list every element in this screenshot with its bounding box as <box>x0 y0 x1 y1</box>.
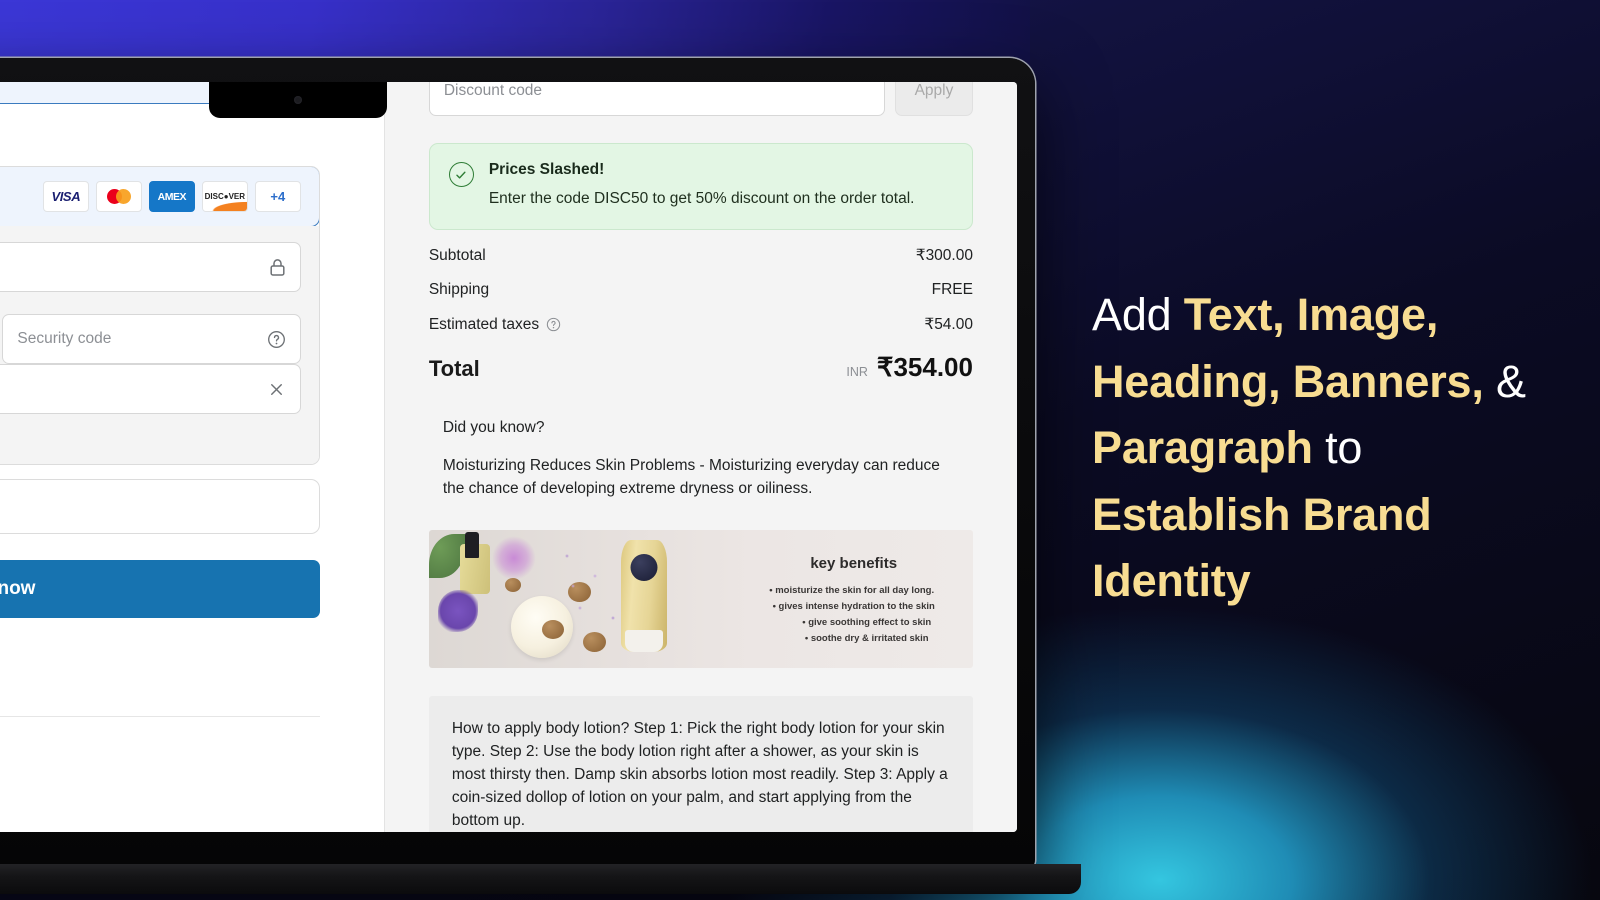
summary-label: Shipping <box>428 281 490 299</box>
card-expiry-cvc-row: M / YY) Security code <box>0 303 301 364</box>
payment-method-credit-card[interactable]: VISA AMEX DISC●VER +4 <box>0 167 319 227</box>
amex-icon: AMEX <box>148 181 195 212</box>
summary-value: ₹54.00 <box>924 316 973 334</box>
summary-label: Estimated taxes <box>428 315 540 333</box>
total-currency: INR <box>846 365 868 380</box>
security-code-placeholder: Security code <box>17 330 112 347</box>
summary-value: ₹300.00 <box>915 247 973 265</box>
key-benefit-item: gives intense hydration to the skin <box>773 601 935 612</box>
laptop-mockup: are and encrypted. VISA AMEX DISC●VER <box>0 58 1081 894</box>
discover-icon: DISC●VER <box>201 181 248 212</box>
summary-lines: Subtotal ₹300.00 Shipping FREE Estimated… <box>429 246 973 334</box>
footer-link[interactable]: nternational <box>0 741 320 757</box>
summary-line-shipping: Shipping FREE <box>429 281 973 299</box>
left-column-divider <box>0 716 320 717</box>
headline-accent-text: Establish Brand Identity <box>1092 488 1432 607</box>
visa-icon: VISA <box>42 181 89 212</box>
question-circle-icon[interactable] <box>267 330 286 349</box>
headline-plain-text: & <box>1483 355 1526 407</box>
laptop-base <box>0 864 1081 894</box>
info-circle-icon[interactable] <box>546 317 561 332</box>
card-security-code-input[interactable]: Security code <box>2 314 301 364</box>
summary-value: FREE <box>931 281 973 299</box>
discount-code-row: Discount code Apply <box>428 82 973 116</box>
check-circle-icon <box>448 162 474 187</box>
dropper-bottle-decoration <box>460 532 491 595</box>
total-label: Total <box>428 356 480 382</box>
headline-plain-text: to <box>1312 422 1363 474</box>
summary-line-estimated-taxes: Estimated taxes ₹54.00 <box>429 315 973 334</box>
summary-total-row: Total INR ₹354.00 <box>429 352 973 383</box>
checkout-order-summary: Discount code Apply Prices Slashed! Ente… <box>383 82 1017 832</box>
secure-note: are and encrypted. <box>0 126 320 144</box>
card-form: M / YY) Security code <box>0 226 319 464</box>
headline-accent-text: Paragraph <box>1092 422 1313 474</box>
lotion-tube-decoration <box>621 540 668 653</box>
allium-flower-decoration <box>491 536 536 581</box>
key-benefit-item: soothe dry & irritated skin <box>805 633 929 644</box>
violet-flower-decoration <box>438 590 479 633</box>
apply-discount-button[interactable]: Apply <box>894 82 973 116</box>
more-card-brands-badge[interactable]: +4 <box>254 181 301 212</box>
laptop-camera-notch <box>208 82 387 118</box>
pay-now-button[interactable]: Pay now <box>0 560 320 618</box>
summary-line-subtotal: Subtotal ₹300.00 <box>429 246 973 265</box>
did-you-know-title: Did you know? <box>442 419 545 437</box>
checkout-page: are and encrypted. VISA AMEX DISC●VER <box>0 82 1017 832</box>
key-benefits-title: key benefits <box>810 554 898 572</box>
checkout-left-column: are and encrypted. VISA AMEX DISC●VER <box>0 82 384 832</box>
mastercard-icon <box>95 181 142 212</box>
key-benefit-item: moisturize the skin for all day long. <box>769 585 934 596</box>
card-brand-list: VISA AMEX DISC●VER +4 <box>42 181 301 212</box>
banner-benefits-list: key benefits moisturize the skin for all… <box>744 530 973 668</box>
did-you-know-block: Did you know? Moisturizing Reduces Skin … <box>429 419 973 500</box>
total-amount: ₹354.00 <box>876 352 973 383</box>
promo-banner: Prices Slashed! Enter the code DISC50 to… <box>428 143 973 231</box>
shea-nut-decoration <box>504 578 521 593</box>
headline-plain-text: Add <box>1092 289 1184 340</box>
key-benefit-item: give soothing effect to skin <box>802 617 931 628</box>
lock-icon <box>269 258 286 277</box>
card-number-input[interactable] <box>0 242 301 292</box>
summary-label: Subtotal <box>428 246 486 264</box>
discount-code-placeholder: Discount code <box>443 82 543 99</box>
payment-method-cod[interactable]: (COD) <box>0 479 320 534</box>
name-on-card-input[interactable] <box>0 364 301 414</box>
payment-methods-card: VISA AMEX DISC●VER +4 Security code <box>0 166 320 465</box>
billing-address-checkbox-row[interactable]: dress as billing address <box>0 427 301 446</box>
marketing-headline: Add Text, Image, Heading, Banners, & Par… <box>1092 282 1532 615</box>
camera-icon <box>293 96 302 104</box>
promo-text: Enter the code DISC50 to get 50% discoun… <box>488 190 915 207</box>
did-you-know-body: Moisturizing Reduces Skin Problems - Moi… <box>442 457 940 497</box>
banner-product-photo <box>428 530 745 668</box>
promo-title: Prices Slashed! <box>488 161 605 178</box>
key-benefits-banner-image: key benefits moisturize the skin for all… <box>428 530 973 669</box>
close-icon[interactable] <box>267 380 286 399</box>
discount-code-input[interactable]: Discount code <box>428 82 885 116</box>
laptop-screen: are and encrypted. VISA AMEX DISC●VER <box>0 82 1017 832</box>
how-to-apply-paragraph: How to apply body lotion? Step 1: Pick t… <box>428 696 973 832</box>
